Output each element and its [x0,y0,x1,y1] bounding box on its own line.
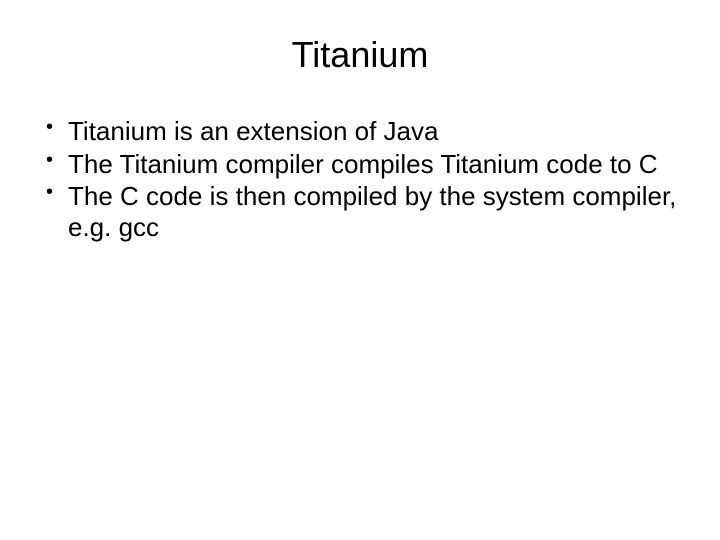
bullet-item: The Titanium compiler compiles Titanium … [42,149,690,180]
slide: Titanium Titanium is an extension of Jav… [0,0,720,540]
bullet-item: The C code is then compiled by the syste… [42,181,690,242]
bullet-item: Titanium is an extension of Java [42,116,690,147]
slide-title: Titanium [30,34,690,76]
bullet-list: Titanium is an extension of Java The Tit… [30,116,690,243]
